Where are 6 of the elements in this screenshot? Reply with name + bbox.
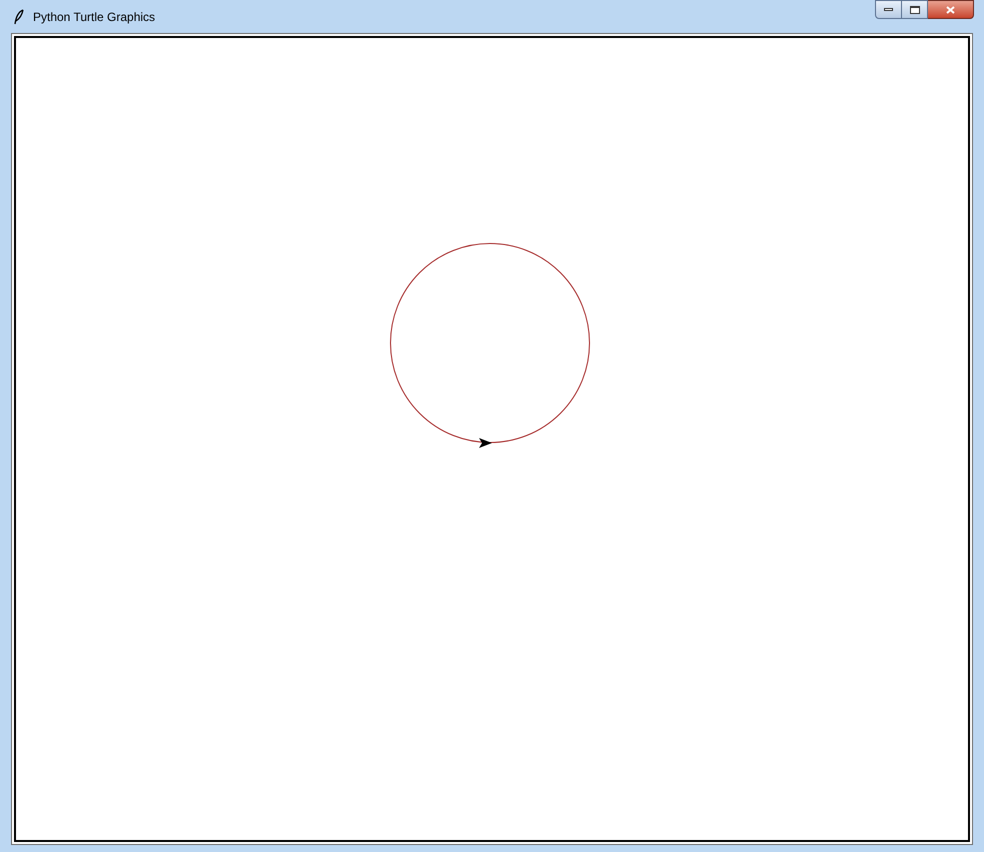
close-icon — [946, 6, 955, 14]
minimize-button[interactable] — [875, 0, 902, 19]
window-title: Python Turtle Graphics — [33, 8, 156, 26]
maximize-button[interactable] — [902, 0, 928, 19]
close-button[interactable] — [928, 0, 974, 19]
feather-icon — [14, 8, 24, 24]
